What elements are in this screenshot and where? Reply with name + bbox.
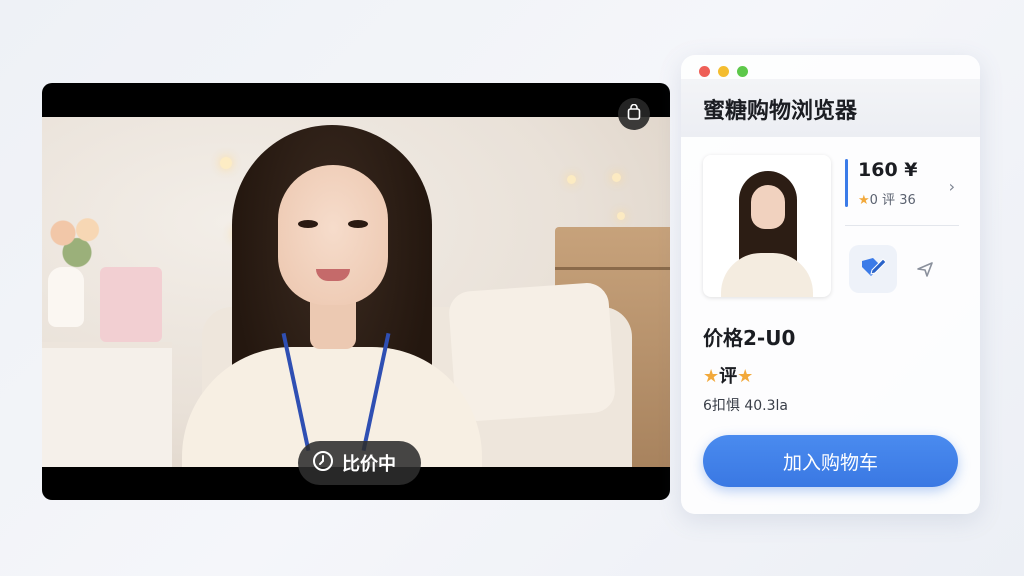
window-minimize-button[interactable] [718,66,729,77]
flowers [42,207,112,272]
rating-text: 0 评 36 [869,193,916,208]
bokeh-light [617,212,625,220]
rating-summary: ★评★ [703,362,753,388]
product-rating: ★0 评 36 [858,189,916,208]
shopping-browser-window: 蜜糖购物浏览器 160 ¥ ★0 评 36 › 价格2-U0 ★评★ 6扣惧 4… [681,55,980,514]
browser-title: 蜜糖购物浏览器 [703,99,858,124]
presenter [162,117,502,467]
clock-icon [312,450,334,477]
star-icon: ★ [858,193,870,208]
thumbnail-face [751,185,785,229]
presenter-eye [298,220,318,228]
chevron-right-icon[interactable]: › [949,177,955,196]
tag-edit-button[interactable] [849,245,897,293]
shopping-bag-button[interactable] [618,98,650,130]
star-icon: ★ [703,366,720,387]
price-compare-badge: 比价中 [298,441,421,485]
vase [48,267,84,327]
sales-info: 6扣惧 40.3la [703,398,788,414]
send-icon [916,260,934,282]
accent-bar [845,159,848,207]
bokeh-light [612,173,621,182]
gift-bag [100,267,162,342]
video-frame [42,117,670,467]
thumbnail-body [721,253,813,297]
rating-label: 评 [719,366,738,387]
presenter-eye [348,220,368,228]
add-to-cart-button[interactable]: 加入购物车 [703,435,958,487]
price-range: 价格2-U0 [703,326,796,350]
price-compare-label: 比价中 [342,454,396,475]
bokeh-light [567,175,576,184]
shopping-bag-icon [627,103,641,124]
presenter-face [278,165,388,305]
video-player[interactable]: 比价中 [42,83,670,500]
product-thumbnail[interactable] [703,155,831,297]
window-close-button[interactable] [699,66,710,77]
product-price: 160 ¥ [858,159,918,181]
price-card[interactable]: 160 ¥ ★0 评 36 › [845,155,959,225]
divider [845,225,959,226]
window-maximize-button[interactable] [737,66,748,77]
presenter-mouth [316,269,350,281]
title-bar: 蜜糖购物浏览器 [681,79,980,137]
send-button[interactable] [913,259,937,283]
star-icon: ★ [737,366,754,387]
side-table [42,342,172,467]
tag-edit-icon [859,255,887,283]
